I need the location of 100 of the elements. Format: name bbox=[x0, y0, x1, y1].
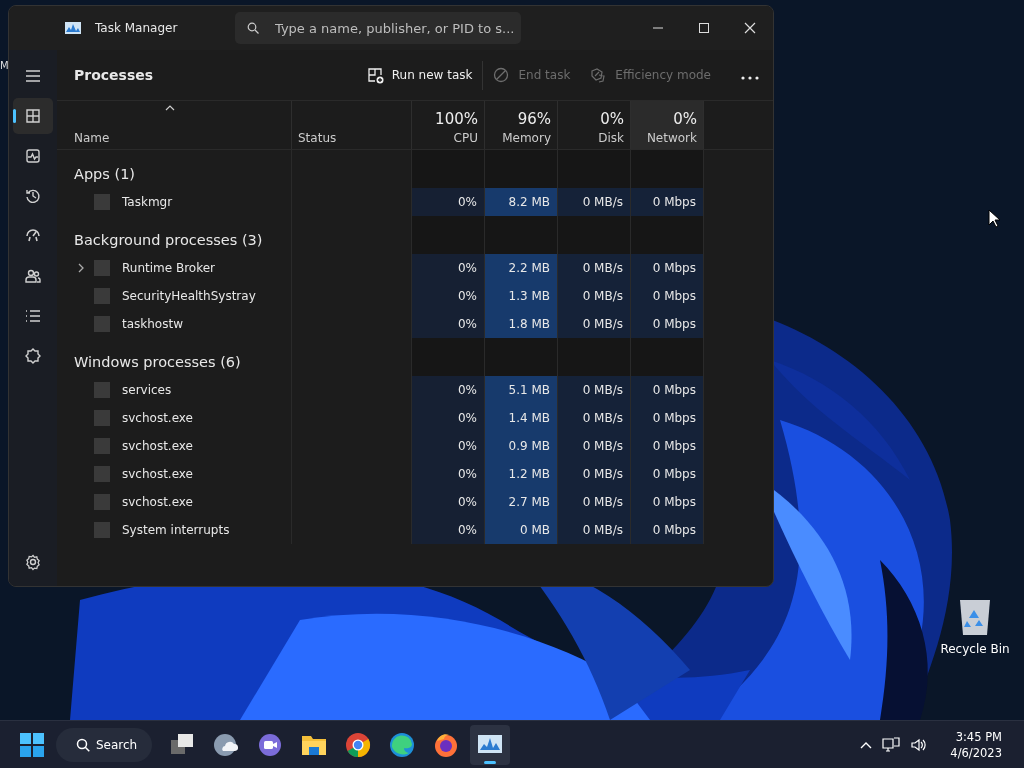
start-icon[interactable] bbox=[20, 732, 44, 757]
services-icon bbox=[24, 347, 42, 365]
performance-monitor-icon[interactable] bbox=[478, 734, 502, 753]
process-name[interactable]: svchost.exe bbox=[122, 467, 193, 481]
table-cell: 0% bbox=[412, 432, 485, 460]
column-header[interactable]: 0% Network bbox=[631, 101, 704, 149]
clock[interactable]: 3:45 PM 4/6/2023 bbox=[950, 729, 1002, 760]
search-button[interactable]: Search bbox=[56, 727, 152, 762]
table-cell: 0% bbox=[412, 460, 485, 488]
table-cell: 0 MB/s bbox=[558, 310, 631, 338]
column-header[interactable]: Name bbox=[57, 101, 292, 149]
no-entry-icon bbox=[493, 66, 511, 84]
group-title: Background processes (3) bbox=[74, 232, 263, 248]
expand-chevron-icon[interactable] bbox=[78, 263, 84, 273]
sort-caret-icon bbox=[165, 105, 175, 111]
search-icon bbox=[247, 22, 259, 34]
settings-icon bbox=[24, 553, 42, 571]
column-header[interactable]: 100% CPU bbox=[412, 101, 485, 149]
process-icon bbox=[94, 316, 110, 332]
table-cell: 0 Mbps bbox=[631, 432, 704, 460]
table-cell: 1.3 MB bbox=[485, 282, 558, 310]
menu-icon bbox=[24, 67, 42, 85]
chevron-up-icon[interactable] bbox=[860, 740, 873, 749]
more-icon bbox=[741, 75, 759, 80]
table-cell: 0% bbox=[412, 404, 485, 432]
process-icon bbox=[94, 288, 110, 304]
speaker-icon[interactable] bbox=[910, 736, 929, 753]
cloud-icon[interactable] bbox=[214, 733, 239, 756]
table-cell: 0 MB/s bbox=[558, 516, 631, 544]
table-cell: 2.7 MB bbox=[485, 488, 558, 516]
group-title: Windows processes (6) bbox=[74, 354, 241, 370]
table-cell: 0 Mbps bbox=[631, 376, 704, 404]
network-icon[interactable] bbox=[882, 736, 901, 753]
close-icon bbox=[744, 22, 756, 34]
process-icon bbox=[94, 494, 110, 510]
ring-browser-icon[interactable] bbox=[346, 732, 370, 757]
new-task-icon bbox=[366, 66, 384, 84]
process-name[interactable]: svchost.exe bbox=[122, 411, 193, 425]
table-cell: 0 Mbps bbox=[631, 282, 704, 310]
history-icon bbox=[24, 187, 42, 205]
process-name[interactable]: Runtime Broker bbox=[122, 261, 216, 275]
process-icon bbox=[94, 382, 110, 398]
table-cell: 0% bbox=[412, 188, 485, 216]
details-icon bbox=[24, 307, 42, 325]
taskbar-button[interactable] bbox=[470, 724, 510, 765]
app-logo-icon bbox=[65, 22, 81, 34]
table-cell: 0 MB/s bbox=[558, 376, 631, 404]
run-button[interactable]: Run new task bbox=[356, 60, 484, 90]
users-icon bbox=[24, 267, 42, 285]
table-cell: 0 Mbps bbox=[631, 188, 704, 216]
folder-icon[interactable] bbox=[302, 735, 326, 755]
process-icon bbox=[94, 522, 110, 538]
table-cell: 0% bbox=[412, 516, 485, 544]
table-cell: 0.9 MB bbox=[485, 432, 558, 460]
process-icon bbox=[94, 260, 110, 276]
process-name[interactable]: svchost.exe bbox=[122, 439, 193, 453]
table-cell: 1.8 MB bbox=[485, 310, 558, 338]
process-icon bbox=[94, 410, 110, 426]
video-chat-icon[interactable] bbox=[259, 733, 281, 756]
table-cell: 0 Mbps bbox=[631, 516, 704, 544]
table-cell: 0% bbox=[412, 376, 485, 404]
process-name[interactable]: Taskmgr bbox=[122, 195, 173, 209]
maximize-icon bbox=[698, 22, 710, 34]
table-cell: 0 Mbps bbox=[631, 488, 704, 516]
processes-icon bbox=[24, 107, 42, 125]
process-name[interactable]: services bbox=[122, 383, 172, 397]
mouse-cursor-icon bbox=[988, 209, 1000, 228]
desktop-icon-label: M bbox=[0, 60, 9, 71]
table-cell: 2.2 MB bbox=[485, 254, 558, 282]
desktop-icon-label[interactable]: Recycle Bin bbox=[940, 642, 1010, 656]
process-name[interactable]: svchost.exe bbox=[122, 495, 193, 509]
page-title: Processes bbox=[74, 67, 154, 83]
process-name[interactable]: taskhostw bbox=[122, 317, 183, 331]
table-cell: 0% bbox=[412, 310, 485, 338]
wave-browser-icon[interactable] bbox=[390, 732, 414, 757]
table-cell: 0% bbox=[412, 254, 485, 282]
table-cell: 0 Mbps bbox=[631, 460, 704, 488]
table-cell: 0 MB/s bbox=[558, 404, 631, 432]
table-cell: 0 MB/s bbox=[558, 282, 631, 310]
table-cell: 0 MB/s bbox=[558, 432, 631, 460]
column-header[interactable]: 96% Memory bbox=[485, 101, 558, 149]
process-icon bbox=[94, 194, 110, 210]
process-name[interactable]: SecurityHealthSystray bbox=[122, 289, 256, 303]
table-cell: 0% bbox=[412, 282, 485, 310]
table-cell: 5.1 MB bbox=[485, 376, 558, 404]
search-field[interactable]: Type a name, publisher, or PID to s... bbox=[235, 12, 521, 44]
sidebar-tab[interactable] bbox=[13, 98, 53, 134]
window-title: Task Manager bbox=[95, 21, 179, 35]
column-header[interactable]: Status bbox=[292, 101, 412, 149]
fox-browser-icon[interactable] bbox=[435, 733, 457, 757]
table-cell: 0% bbox=[412, 488, 485, 516]
table-cell: 0 MB bbox=[485, 516, 558, 544]
group-title: Apps (1) bbox=[74, 166, 136, 182]
table-cell: 0 MB/s bbox=[558, 488, 631, 516]
table-cell: 1.4 MB bbox=[485, 404, 558, 432]
task-view-icon[interactable] bbox=[171, 733, 193, 754]
process-name[interactable]: System interrupts bbox=[122, 523, 230, 537]
table-cell: 8.2 MB bbox=[485, 188, 558, 216]
table-cell: 1.2 MB bbox=[485, 460, 558, 488]
table-cell: 0 Mbps bbox=[631, 310, 704, 338]
